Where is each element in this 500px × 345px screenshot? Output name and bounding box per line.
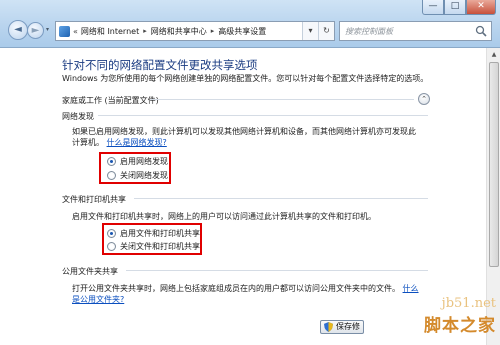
radio-disable-network-discovery[interactable]: 关闭网络发现 <box>107 170 168 181</box>
recent-pages-dropdown-icon[interactable]: ▾ <box>46 26 49 33</box>
address-bar[interactable]: « 网络和 Internet ▸ 网络和共享中心 ▸ 高级共享设置 ▾ ↻ <box>55 21 335 41</box>
network-discovery-line1: 如果已启用网络发现，则此计算机可以发现其他网络计算机和设备，而其他网络计算机亦可… <box>72 127 416 136</box>
collapse-chevron-icon[interactable]: ⌃ <box>418 93 430 105</box>
public-folder-help-link-part1[interactable]: 什么 <box>403 284 419 293</box>
search-input[interactable]: 搜索控制面板 <box>339 21 492 41</box>
breadcrumb-network-sharing-center[interactable]: 网络和共享中心 <box>151 26 207 37</box>
page-description: Windows 为您所使用的每个网络创建单独的网络配置文件。您可以针对每个配置文… <box>62 74 429 83</box>
section-divider <box>126 270 428 271</box>
network-discovery-text: 如果已启用网络发现，则此计算机可以发现其他网络计算机和设备，而其他网络计算机亦可… <box>72 126 422 148</box>
network-discovery-help-link[interactable]: 什么是网络发现? <box>107 138 167 147</box>
watermark-name: 脚本之家 <box>424 316 496 336</box>
radio-unselected-icon[interactable] <box>107 242 116 251</box>
radio-enable-network-discovery[interactable]: 启用网络发现 <box>107 156 168 167</box>
maximize-button[interactable]: □ <box>444 0 466 15</box>
scroll-thumb[interactable] <box>489 62 499 267</box>
section-divider <box>98 115 428 116</box>
radio-enable-file-printer-sharing[interactable]: 启用文件和打印机共享 <box>107 228 200 239</box>
uac-shield-icon <box>324 322 333 332</box>
section-divider <box>134 198 428 199</box>
breadcrumb-overflow[interactable]: « <box>73 27 78 36</box>
breadcrumb-separator-icon[interactable]: ▸ <box>143 27 147 35</box>
radio-selected-icon[interactable] <box>107 229 116 238</box>
watermark: jb51.net 脚本之家 <box>424 296 496 336</box>
radio-label: 启用文件和打印机共享 <box>120 229 200 238</box>
scroll-up-arrow-icon[interactable]: ▲ <box>487 48 500 62</box>
profile-label[interactable]: 家庭或工作 (当前配置文件) <box>62 95 159 106</box>
radio-label: 关闭文件和打印机共享 <box>120 242 200 251</box>
forward-button[interactable]: ► <box>27 22 44 39</box>
window-titlebar: — □ ✕ ◄ ► ▾ « 网络和 Internet ▸ 网络和共享中心 ▸ 高… <box>0 0 500 48</box>
public-folder-sharing-text: 打开公用文件夹共享时，网络上包括家庭组成员在内的用户都可以访问公用文件夹中的文件… <box>72 283 424 305</box>
breadcrumb-network-internet[interactable]: 网络和 Internet <box>81 26 139 37</box>
minimize-button[interactable]: — <box>422 0 444 15</box>
back-button[interactable]: ◄ <box>8 20 28 40</box>
save-button-label: 保存修 <box>336 322 360 331</box>
close-button[interactable]: ✕ <box>466 0 496 15</box>
radio-label: 关闭网络发现 <box>120 171 168 180</box>
radio-unselected-icon[interactable] <box>107 171 116 180</box>
refresh-button[interactable]: ↻ <box>318 22 334 40</box>
network-discovery-heading: 网络发现 <box>62 112 94 121</box>
file-printer-sharing-text: 启用文件和打印机共享时，网络上的用户可以访问通过此计算机共享的文件和打印机。 <box>72 212 376 221</box>
address-dropdown-button[interactable]: ▾ <box>302 22 318 40</box>
network-discovery-line2: 计算机。 <box>72 138 104 147</box>
public-folder-sharing-heading: 公用文件夹共享 <box>62 267 118 276</box>
breadcrumb-separator-icon[interactable]: ▸ <box>211 27 215 35</box>
profile-divider <box>150 99 414 100</box>
file-printer-sharing-heading: 文件和打印机共享 <box>62 195 126 204</box>
search-placeholder: 搜索控制面板 <box>345 26 393 36</box>
network-discovery-line2-row: 计算机。 什么是网络发现? <box>72 137 422 148</box>
public-folder-help-link-part2[interactable]: 是公用文件夹? <box>72 294 424 305</box>
search-icon[interactable] <box>475 25 487 37</box>
radio-label: 启用网络发现 <box>120 157 168 166</box>
control-panel-icon <box>59 25 70 37</box>
public-folder-line1: 打开公用文件夹共享时，网络上包括家庭组成员在内的用户都可以访问公用文件夹中的文件… <box>72 284 400 293</box>
public-folder-line1-row: 打开公用文件夹共享时，网络上包括家庭组成员在内的用户都可以访问公用文件夹中的文件… <box>72 283 424 294</box>
radio-disable-file-printer-sharing[interactable]: 关闭文件和打印机共享 <box>107 241 200 252</box>
save-changes-button[interactable]: 保存修 <box>320 320 364 334</box>
window-controls: — □ ✕ <box>422 0 496 15</box>
breadcrumb-advanced-sharing[interactable]: 高级共享设置 <box>218 26 266 37</box>
page-title: 针对不同的网络配置文件更改共享选项 <box>62 58 258 72</box>
watermark-url: jb51.net <box>441 296 496 311</box>
radio-selected-icon[interactable] <box>107 157 116 166</box>
